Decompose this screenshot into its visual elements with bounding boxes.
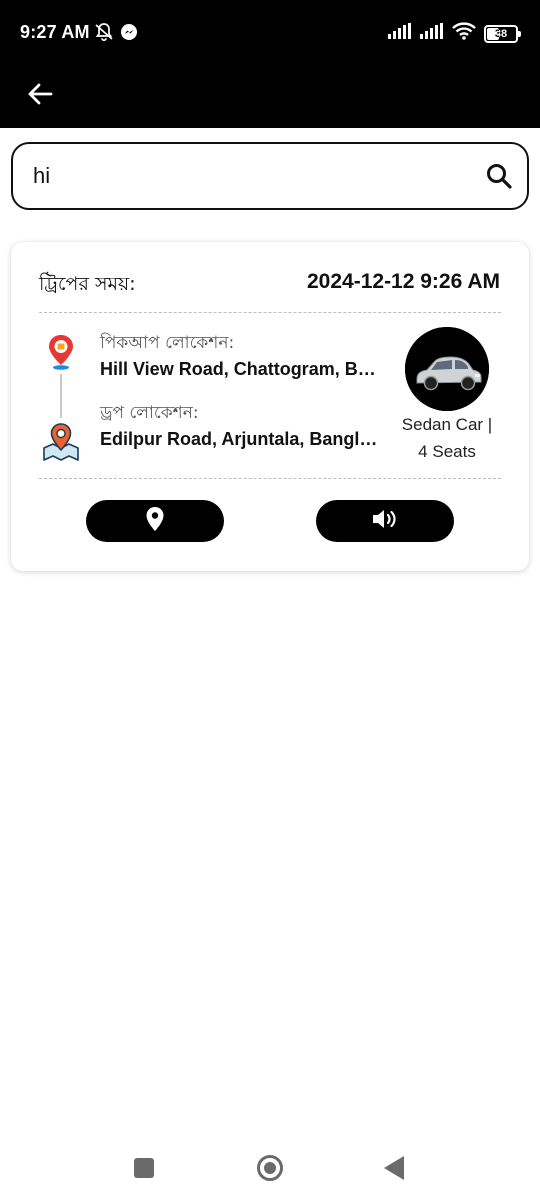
pickup-pin-icon bbox=[47, 334, 75, 370]
status-bar: 9:27 AM 38 bbox=[0, 0, 540, 64]
divider bbox=[39, 312, 501, 313]
app-bar bbox=[0, 64, 540, 128]
search-box bbox=[11, 142, 529, 210]
battery-level: 38 bbox=[494, 27, 508, 40]
battery-icon: 38 bbox=[484, 24, 521, 43]
signal-icon bbox=[420, 23, 444, 44]
drop-location: Edilpur Road, Arjuntala, Bangladesh bbox=[100, 429, 384, 449]
car-seats: 4 Seats bbox=[418, 442, 476, 461]
signal-icon bbox=[388, 23, 412, 44]
pickup-location: Hill View Road, Chattogram, Bangladesh bbox=[100, 359, 384, 379]
trip-time-label: ট্রিপের সময়: bbox=[39, 273, 136, 295]
show-location-button[interactable] bbox=[86, 500, 224, 542]
play-sound-button[interactable] bbox=[316, 500, 454, 542]
volume-icon bbox=[371, 507, 399, 536]
wifi-icon bbox=[452, 22, 476, 45]
search-button[interactable] bbox=[483, 162, 515, 194]
search-icon bbox=[485, 162, 513, 195]
status-right-icons: 38 bbox=[388, 22, 521, 45]
notifications-off-icon bbox=[94, 22, 114, 47]
trip-time-value: 2024-12-12 9:26 AM bbox=[307, 270, 500, 293]
arrow-left-icon bbox=[26, 80, 54, 113]
drop-label: ড্রপ লোকেশন: bbox=[100, 403, 199, 423]
status-time: 9:27 AM bbox=[20, 22, 90, 42]
route-line bbox=[60, 374, 62, 418]
search-input[interactable] bbox=[33, 158, 473, 194]
divider bbox=[39, 478, 501, 479]
car-image bbox=[405, 327, 489, 411]
car-type: Sedan Car | bbox=[401, 415, 493, 434]
trip-card[interactable]: ট্রিপের সময়: 2024-12-12 9:26 AM পিকআপ ল… bbox=[11, 242, 529, 571]
back-button[interactable] bbox=[20, 76, 60, 116]
home-button[interactable] bbox=[257, 1155, 283, 1181]
drop-map-pin-icon bbox=[41, 422, 81, 462]
location-pin-icon bbox=[145, 506, 165, 537]
system-nav-bar bbox=[0, 1136, 540, 1200]
messenger-icon bbox=[120, 23, 138, 46]
system-back-button[interactable] bbox=[384, 1156, 404, 1180]
recents-button[interactable] bbox=[134, 1158, 154, 1178]
pickup-label: পিকআপ লোকেশন: bbox=[100, 333, 235, 353]
status-left-icons bbox=[94, 22, 138, 47]
car-info: Sedan Car | 4 Seats bbox=[387, 411, 507, 465]
